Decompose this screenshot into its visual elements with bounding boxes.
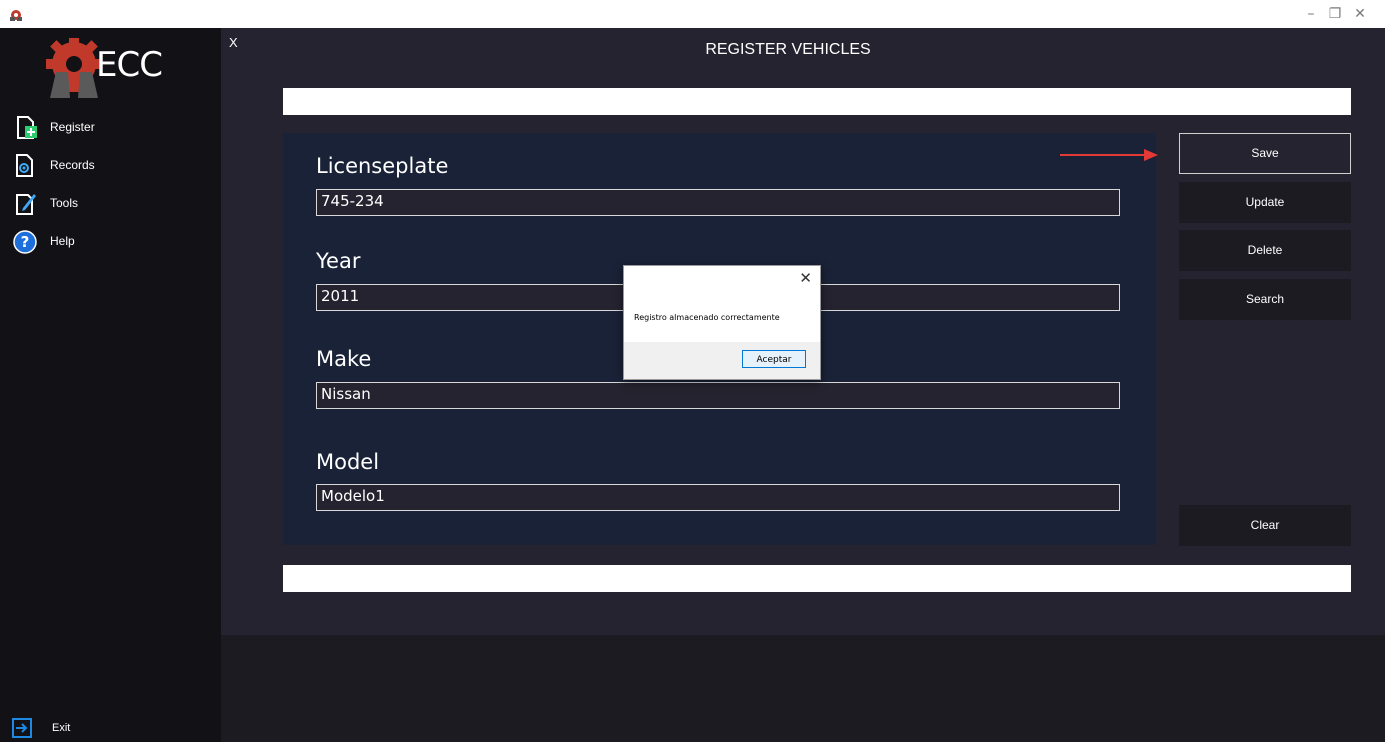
dialog-footer: Aceptar (624, 342, 820, 379)
register-icon (17, 116, 37, 139)
search-button[interactable]: Search (1179, 279, 1351, 320)
save-button[interactable]: Save (1179, 133, 1351, 174)
licenseplate-label: Licenseplate (316, 154, 449, 178)
annotation-arrow-icon (1060, 149, 1158, 161)
update-button[interactable]: Update (1179, 182, 1351, 223)
records-icon (16, 154, 33, 177)
sidebar: ECC Register Records Tools ? Help Exit (0, 28, 221, 742)
licenseplate-input[interactable]: 745-234 (316, 189, 1120, 216)
exit-label: Exit (52, 722, 71, 734)
main-footer-area (221, 635, 1385, 742)
model-label: Model (316, 450, 380, 474)
sidebar-item-label: Tools (50, 196, 79, 210)
year-label: Year (316, 249, 361, 273)
message-dialog: ✕ Registro almacenado correctamente Acep… (623, 265, 821, 380)
window-close-button[interactable]: ✕ (1345, 4, 1375, 24)
sidebar-item-register[interactable]: Register (12, 113, 212, 143)
clear-button[interactable]: Clear (1179, 505, 1351, 546)
svg-text:?: ? (21, 233, 30, 251)
sidebar-item-label: Records (50, 158, 95, 172)
exit-icon (12, 718, 32, 738)
dialog-close-icon[interactable]: ✕ (799, 269, 812, 287)
sidebar-item-label: Help (50, 234, 75, 248)
top-white-bar (283, 88, 1351, 115)
sidebar-item-label: Register (50, 120, 95, 134)
model-input[interactable]: Modelo1 (316, 484, 1120, 511)
page-title: REGISTER VEHICLES (705, 41, 871, 58)
dialog-ok-button[interactable]: Aceptar (742, 350, 806, 368)
window-titlebar: – ❐ ✕ (0, 0, 1385, 28)
make-input[interactable]: Nissan (316, 382, 1120, 409)
logo-text: ECC (96, 45, 163, 85)
help-icon: ? (13, 230, 37, 254)
make-label: Make (316, 347, 372, 371)
sidebar-item-records[interactable]: Records (12, 151, 212, 181)
app-gear-icon (10, 10, 22, 21)
bottom-white-bar (283, 565, 1351, 592)
sidebar-item-tools[interactable]: Tools (12, 189, 212, 219)
delete-button[interactable]: Delete (1179, 230, 1351, 271)
sidebar-item-exit[interactable]: Exit (12, 718, 112, 740)
sidebar-item-help[interactable]: ? Help (12, 227, 212, 257)
dialog-message: Registro almacenado correctamente (634, 313, 780, 322)
tools-icon (16, 194, 36, 215)
